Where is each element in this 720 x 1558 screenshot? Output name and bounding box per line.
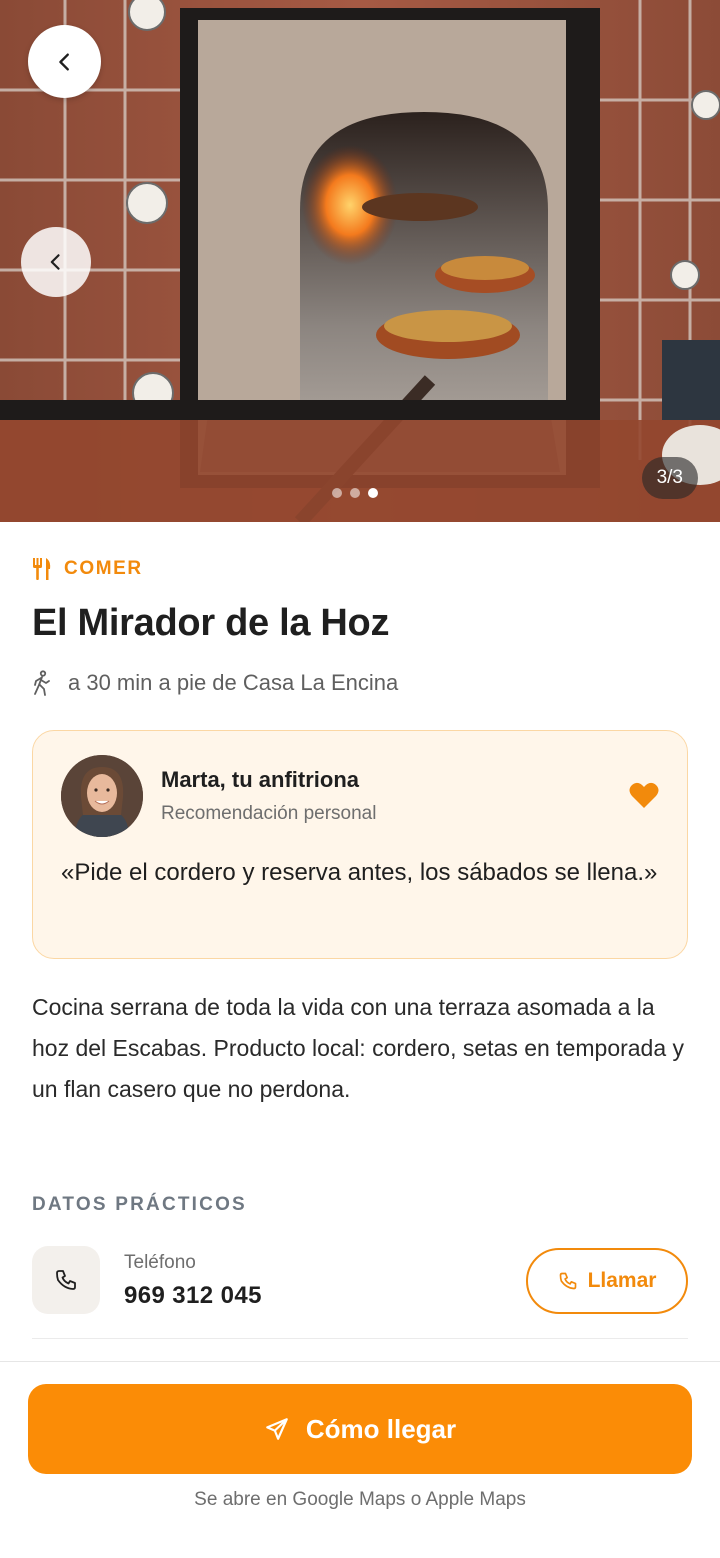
bottom-action-bar: Cómo llegar Se abre en Google Maps o App…: [0, 1361, 720, 1558]
directions-button[interactable]: Cómo llegar: [28, 1384, 692, 1474]
divider: [32, 1338, 688, 1339]
host-name: Marta, tu anfitriona: [161, 767, 360, 792]
directions-button-label: Cómo llegar: [305, 1413, 457, 1444]
call-button-label: Llamar: [587, 1269, 657, 1292]
category-label: COMER: [64, 558, 143, 579]
walk-distance-text: a 30 min a pie de Casa La Encina: [68, 670, 399, 695]
host-avatar-image: [61, 755, 143, 837]
carousel-dots: [332, 488, 378, 498]
carousel-dot[interactable]: [350, 488, 360, 498]
phone-icon-tile: [32, 1246, 100, 1314]
practical-info-heading: DATOS PRÁCTICOS: [32, 1194, 247, 1215]
fork-knife-icon: [33, 558, 51, 580]
hero-image-carousel[interactable]: 3/3: [0, 0, 720, 522]
phone-icon: [56, 1270, 76, 1290]
directions-note: Se abre en Google Maps o Apple Maps: [194, 1489, 526, 1510]
phone-icon: [559, 1272, 576, 1290]
place-description: Cocina serrana de toda la vida con una t…: [32, 994, 685, 1102]
previous-image-button[interactable]: [21, 227, 91, 297]
back-button[interactable]: [28, 25, 101, 98]
phone-row: Teléfono 969 312 045 Llamar: [32, 1246, 688, 1316]
host-avatar: [61, 755, 143, 837]
heart-icon: [629, 782, 659, 808]
call-button[interactable]: Llamar: [526, 1248, 688, 1314]
category-tag: COMER: [32, 558, 143, 580]
hero-photo-oven: [0, 0, 720, 522]
carousel-dot-active[interactable]: [368, 488, 378, 498]
carousel-dot[interactable]: [332, 488, 342, 498]
phone-label: Teléfono: [124, 1252, 196, 1273]
chevron-left-icon: [58, 52, 69, 71]
host-subtitle: Recomendación personal: [161, 803, 377, 824]
send-arrow-icon: [266, 1418, 288, 1440]
place-title: El Mirador de la Hoz: [32, 602, 390, 644]
host-recommendation-card: Marta, tu anfitriona Recomendación perso…: [32, 730, 688, 959]
image-counter: 3/3: [641, 457, 698, 499]
host-quote: «Pide el cordero y reserva antes, los sá…: [61, 859, 658, 886]
walking-person-icon: [34, 670, 50, 696]
walk-distance: a 30 min a pie de Casa La Encina: [32, 670, 398, 696]
phone-number: 969 312 045: [124, 1282, 262, 1309]
chevron-left-icon: [50, 254, 60, 270]
